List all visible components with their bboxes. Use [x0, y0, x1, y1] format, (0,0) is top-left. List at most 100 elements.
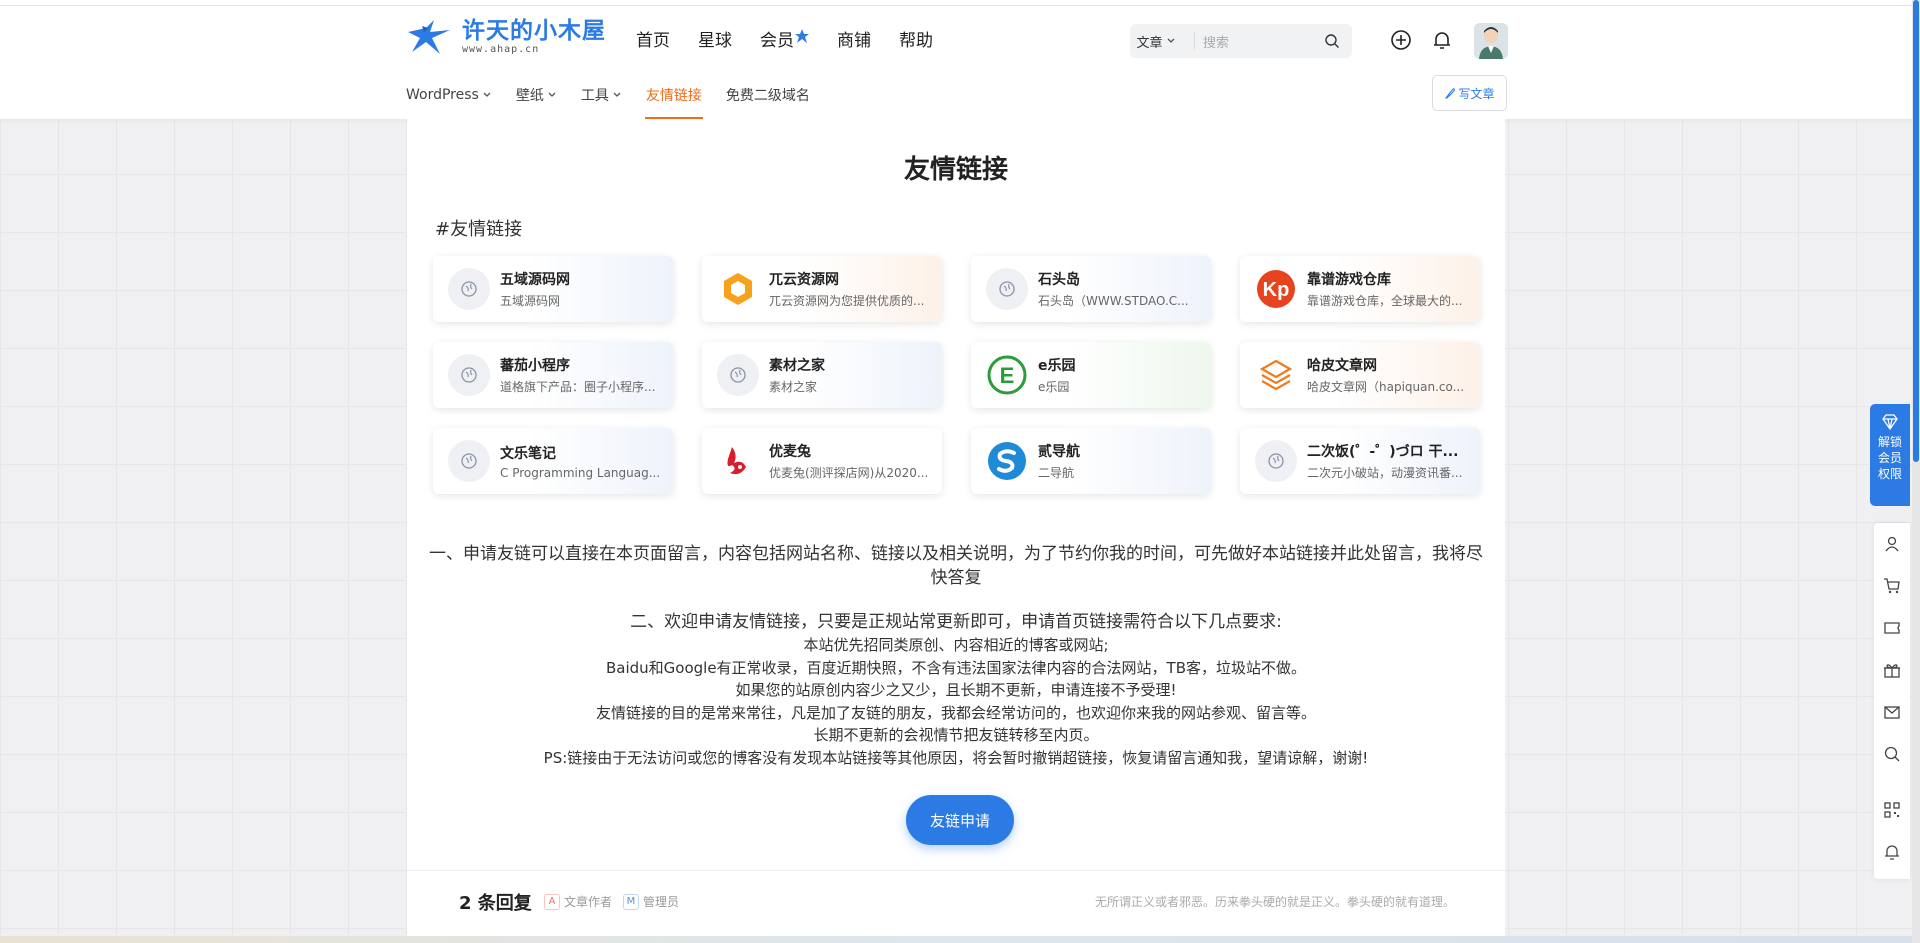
author-tag-mark: A [544, 893, 560, 910]
site-header: 许天的小木屋 www.ahap.cn 首页 星球 会员 商铺 帮助 文章 搜索 [0, 6, 1920, 65]
globe-icon [448, 440, 490, 482]
link-desc: 五域源码网 [500, 294, 561, 308]
admin-tag: M 管理员 [623, 893, 679, 910]
link-desc: 石头岛（WWW.STDAO.C... [1038, 294, 1189, 308]
link-card[interactable]: 五域源码网 五域源码网 [433, 256, 673, 322]
search-icon[interactable] [1883, 745, 1901, 767]
link-name: 蕃茄小程序 [500, 358, 570, 374]
author-tag: A 文章作者 [544, 893, 612, 910]
user-icon[interactable] [1883, 535, 1901, 557]
link-name: 五域源码网 [500, 272, 570, 288]
globe-icon [448, 268, 490, 310]
comment-count: 2 条回复 [459, 893, 532, 914]
link-name: 二次饭(゜-゜)づロ 干... [1307, 444, 1459, 460]
link-name: 优麦兔 [769, 444, 811, 460]
nav-help[interactable]: 帮助 [899, 26, 933, 51]
link-name: 靠谱游戏仓库 [1307, 272, 1391, 288]
link-name: 兀云资源网 [769, 272, 839, 288]
link-desc: 二导航 [1038, 466, 1075, 480]
globe-icon [1255, 440, 1297, 482]
chevron-down-icon [1167, 38, 1174, 43]
link-card[interactable]: 石头岛 石头岛（WWW.STDAO.C... [971, 256, 1211, 322]
notice-line: 友情链接的目的是常来常往，凡是加了友链的朋友，我都会经常访问的，也欢迎你来我的网… [595, 703, 1316, 722]
link-card[interactable]: Kp 靠谱游戏仓库 靠谱游戏仓库，全球最大的... [1240, 256, 1480, 322]
friend-links-grid: 五域源码网 五域源码网 兀云资源网 兀云资源网为您提供优质的... 石头岛 石头岛（W… [433, 256, 1487, 494]
gift-icon[interactable] [1883, 661, 1901, 683]
qrcode-icon[interactable] [1883, 801, 1901, 823]
notification-bell-icon[interactable] [1883, 843, 1901, 865]
notice-requirements-title: 二、欢迎申请友情链接，只要是正规站常更新即可，申请首页链接需符合以下几点要求: [630, 612, 1282, 632]
admin-tag-label: 管理员 [643, 895, 680, 909]
link-card[interactable]: 兀云资源网兀云资源网为您提供优质的... [702, 256, 942, 322]
subnav-wordpress-label: WordPress [406, 87, 479, 103]
author-tag-label: 文章作者 [564, 895, 613, 909]
link-card[interactable]: E e乐园 e乐园 [971, 342, 1211, 408]
nav-vip[interactable]: 会员 [760, 26, 809, 51]
subnav-wallpaper-label: 壁纸 [515, 88, 544, 104]
globe-icon [717, 354, 759, 396]
link-card[interactable]: 优麦兔优麦兔(测评探店网)从2020... [702, 428, 942, 494]
subnav-friend-links[interactable]: 友情链接 [644, 85, 703, 119]
notice-line: 长期不更新的会视情节把友链转移至内页。 [813, 726, 1099, 744]
s-logo-icon [986, 440, 1028, 482]
search-input[interactable]: 搜索 [1195, 32, 1324, 51]
feather-pen-icon [1445, 88, 1456, 99]
link-desc: C Programming Languag... [500, 465, 661, 480]
content-card: 友情链接 #友情链接 五域源码网 五域源码网 兀云资源网 兀云资源网为您提供优质的.… [407, 119, 1505, 943]
hexagon-logo-icon [717, 268, 759, 310]
link-card[interactable]: 蕃茄小程序道格旗下产品：圈子小程序... [433, 342, 673, 408]
write-article-button[interactable]: 写文章 [1432, 75, 1507, 111]
floating-toolbar [1874, 523, 1910, 879]
notice-paragraph-1: 一、申请友链可以直接在本页面留言，内容包括网站名称、链接以及相关说明，为了节约你… [429, 544, 1483, 588]
cart-icon[interactable] [1883, 577, 1901, 599]
ticket-icon[interactable] [1883, 619, 1901, 641]
nav-shop[interactable]: 商铺 [837, 26, 871, 51]
link-card[interactable]: 二次饭(゜-゜)づロ 干... 二次元小破站，动漫资讯番... [1240, 428, 1480, 494]
link-desc: 哈皮文章网（hapiquan.co... [1307, 380, 1465, 394]
svg-text:Kp: Kp [1263, 279, 1290, 301]
search-icon[interactable] [1324, 33, 1340, 49]
svg-text:E: E [1000, 363, 1015, 388]
notice-line: PS:链接由于无法访问或您的博客没有发现本站链接等其他原因，将会暂时撤销超链接，… [543, 748, 1369, 767]
subnav-wordpress[interactable]: WordPress [406, 85, 492, 105]
chevron-down-icon [613, 92, 621, 97]
link-name: 哈皮文章网 [1307, 358, 1377, 374]
comment-motto: 无所谓正义或者邪恶。历来拳头硬的就是正义。拳头硬的就有道理。 [1094, 895, 1455, 909]
vip-unlock-button[interactable]: 解锁会员权限 [1870, 404, 1910, 506]
mail-icon[interactable] [1883, 703, 1901, 725]
link-card[interactable]: 贰导航 二导航 [971, 428, 1211, 494]
link-card[interactable]: 素材之家 素材之家 [702, 342, 942, 408]
link-desc: 道格旗下产品：圈子小程序... [500, 380, 656, 394]
apply-link-button[interactable]: 友链申请 [906, 795, 1014, 845]
nav-vip-label: 会员 [760, 31, 794, 51]
diamond-icon [1882, 414, 1898, 430]
globe-icon [448, 354, 490, 396]
add-circle-icon[interactable] [1390, 29, 1412, 51]
notice-line: Baidu和Google有正常收录，百度近期快照，不含有违法国家法律内容的合法网… [605, 658, 1307, 677]
subnav-free-domain[interactable]: 免费二级域名 [726, 85, 810, 105]
logo-title: 许天的小木屋 [462, 18, 606, 44]
nav-home[interactable]: 首页 [636, 26, 670, 51]
bell-icon[interactable] [1431, 29, 1453, 51]
subnav-wallpaper[interactable]: 壁纸 [516, 85, 557, 105]
globe-icon [986, 268, 1028, 310]
main-nav: 首页 星球 会员 商铺 帮助 [636, 26, 933, 51]
e-logo-icon: E [986, 354, 1028, 396]
page-scrollbar[interactable] [1912, 0, 1920, 943]
sub-nav: WordPress 壁纸 工具 友情链接 免费二级域名 [406, 85, 810, 119]
sub-nav-bar [0, 64, 1920, 119]
search-type-select[interactable]: 文章 [1130, 32, 1195, 51]
link-desc: 优麦兔(测评探店网)从2020... [769, 466, 929, 480]
scrollbar-thumb[interactable] [1913, 0, 1919, 462]
link-desc: 兀云资源网为您提供优质的... [769, 294, 925, 308]
vip-star-icon [795, 28, 809, 43]
user-avatar[interactable] [1474, 23, 1508, 59]
bottom-strip [0, 936, 1912, 943]
link-card[interactable]: 文乐笔记 C Programming Languag... [433, 428, 673, 494]
site-logo[interactable]: 许天的小木屋 www.ahap.cn [404, 16, 606, 58]
link-card[interactable]: 哈皮文章网哈皮文章网（hapiquan.co... [1240, 342, 1480, 408]
rabbit-logo-icon [717, 440, 759, 482]
notice-line: 本站优先招同类原创、内容相近的博客或网站; [803, 636, 1109, 654]
nav-planet[interactable]: 星球 [698, 26, 732, 51]
subnav-tools[interactable]: 工具 [581, 85, 622, 105]
